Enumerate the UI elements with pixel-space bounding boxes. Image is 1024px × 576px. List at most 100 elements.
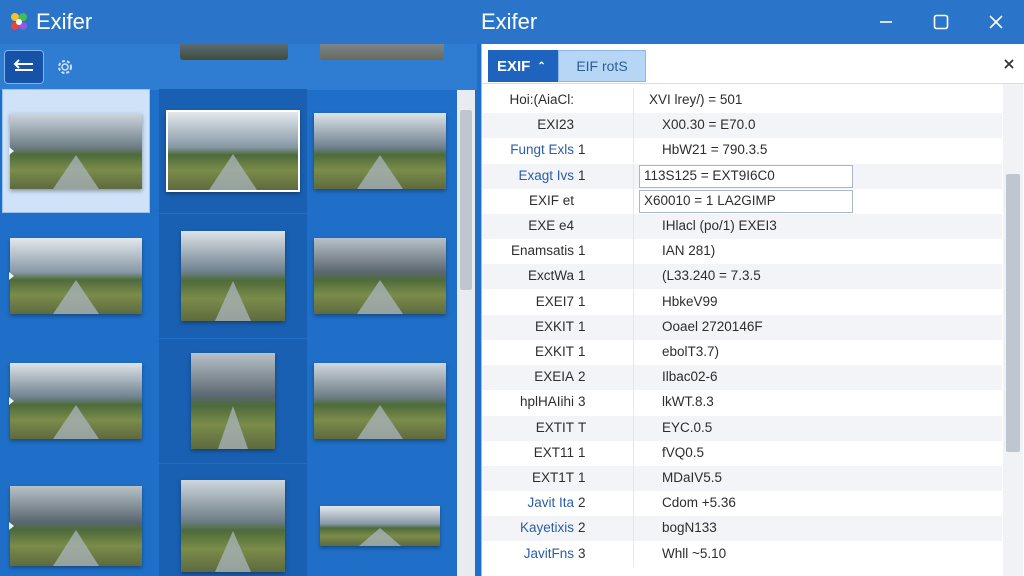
thumbnail-cell[interactable] [306, 339, 454, 463]
expand-arrow-icon[interactable] [9, 397, 14, 405]
app-logo-icon [11, 13, 27, 30]
thumbnail-image[interactable] [314, 363, 446, 439]
tab-exif[interactable]: EXIF ⌃ [488, 50, 558, 82]
thumbnail-image[interactable] [320, 44, 444, 60]
minimize-button[interactable] [866, 8, 906, 36]
exif-value-field[interactable]: X60010 = 1 LA2GIMP [639, 189, 853, 213]
expand-arrow-icon[interactable] [9, 272, 14, 280]
exif-value: IAN 281) [662, 243, 716, 259]
column-divider [633, 138, 634, 164]
close-icon [1004, 59, 1014, 69]
exif-row[interactable]: Kayetixis 2 bogN133 [482, 516, 1002, 542]
settings-button[interactable] [50, 52, 80, 82]
left-toolbar [0, 44, 477, 90]
exif-value: (L33.240 = 7.3.5 [662, 268, 761, 284]
scrollbar-thumb[interactable] [460, 110, 472, 290]
exif-value: Ilbac02-6 [662, 369, 718, 385]
exif-row[interactable]: EXEIA 2 Ilbac02-6 [482, 365, 1002, 391]
exif-key: EXIF et [528, 192, 574, 208]
thumbnail-image[interactable] [191, 353, 275, 449]
exif-row[interactable]: Javit Ita 2 Cdom +5.36 [482, 491, 1002, 517]
exif-value: IHlacl (po/1) EXEI3 [662, 218, 777, 233]
exif-row[interactable]: Enamsatis 1 IAN 281) [482, 239, 1002, 265]
app-title: Exifer [36, 9, 93, 34]
thumbnail-image[interactable] [181, 231, 285, 321]
exif-value: ebolT3.7) [662, 344, 720, 359]
exif-row[interactable]: Hoi:(AiaCl: XVI lrey/) = 501 [482, 88, 1002, 113]
tab-bar: EXIF ⌃ EIF rotS [482, 44, 1024, 84]
thumbnail-cell[interactable] [2, 214, 150, 338]
exif-row[interactable]: EXKIT 1 ebolT3.7) [482, 340, 1002, 365]
exif-row[interactable]: ExctWa 1 (L33.240 = 7.3.5 [482, 264, 1002, 290]
column-divider [633, 415, 634, 441]
exif-row[interactable]: EXI23 X00.30 = E70.0 [482, 113, 1002, 139]
exif-row[interactable]: EXIF et X60010 = 1 LA2GIMP [482, 188, 1002, 214]
exif-row[interactable]: EXT1T 1 MDaIV5.5 [482, 466, 1002, 491]
exif-row[interactable]: JavitFns 3 Whll ~5.10 [482, 541, 1002, 567]
thumbnail-image[interactable] [180, 44, 288, 60]
thumbnail-cell[interactable] [159, 89, 307, 213]
exif-key: EXE e4 [528, 218, 574, 233]
column-divider [633, 466, 634, 491]
maximize-button[interactable] [921, 8, 961, 36]
thumbnail-cell[interactable] [306, 89, 454, 213]
exif-value: bogN133 [662, 520, 717, 536]
exif-count: 2 [578, 495, 586, 511]
road-shape [53, 280, 99, 314]
exif-row[interactable]: hplHAIihi 3 lkWT.8.3 [482, 390, 1002, 416]
thumbnail-image[interactable] [320, 506, 440, 546]
exif-count: T [578, 419, 587, 435]
close-pane-button[interactable] [1001, 56, 1017, 72]
exif-value-field[interactable]: 113S125 = EXT9I6C0 [639, 164, 853, 188]
exif-row[interactable]: EXEI7 1 HbkeV99 [482, 289, 1002, 315]
exif-key: EXT11 [533, 444, 574, 460]
thumbnail-cell[interactable] [306, 464, 454, 576]
column-divider [633, 314, 634, 340]
exif-key: Exagt Ivs [518, 167, 574, 183]
column-divider [633, 390, 634, 416]
thumbnail-cell[interactable] [2, 464, 150, 576]
exif-count: 1 [578, 344, 586, 359]
exif-value: lkWT.8.3 [662, 394, 714, 410]
thumbnail-cell[interactable] [2, 89, 150, 213]
right-scrollbar[interactable] [1003, 84, 1023, 576]
exif-row[interactable]: EXTIT T EYC.0.5 [482, 415, 1002, 441]
thumbnail-cell[interactable] [2, 339, 150, 463]
exif-row[interactable]: EXKIT 1 Ooael 2720146F [482, 314, 1002, 340]
thumbnail-image[interactable] [314, 113, 446, 189]
exif-count: 1 [578, 293, 586, 309]
thumbnail-image[interactable] [314, 238, 446, 314]
thumbnail-cell[interactable] [159, 339, 307, 463]
tab-eif-rots[interactable]: EIF rotS [558, 50, 646, 82]
thumbnail-cell[interactable] [306, 214, 454, 338]
column-divider [633, 440, 634, 466]
chevron-icon: ⌃ [537, 60, 546, 72]
back-button[interactable] [4, 50, 44, 84]
left-scrollbar[interactable] [457, 90, 475, 576]
thumbnail-image[interactable] [181, 480, 285, 572]
close-window-button[interactable] [976, 8, 1016, 36]
thumbnail-cell[interactable] [159, 464, 307, 576]
column-divider [633, 264, 634, 290]
exif-value: XVI lrey/) = 501 [649, 92, 743, 107]
exif-row[interactable]: Fungt Exls 1 HbW21 = 790.3.5 [482, 138, 1002, 164]
road-shape [218, 406, 248, 449]
thumbnail-image[interactable] [166, 110, 300, 192]
thumbnail-image[interactable] [10, 238, 142, 314]
exif-count: 1 [578, 142, 586, 158]
thumbnail-image[interactable] [10, 363, 142, 439]
thumbnail-image[interactable] [10, 113, 142, 189]
exif-value: MDaIV5.5 [662, 470, 723, 485]
exif-key: Kayetixis [519, 520, 574, 536]
exif-row[interactable]: EXT11 1 fVQ0.5 [482, 440, 1002, 466]
scrollbar-thumb[interactable] [1006, 174, 1020, 452]
exif-key: EXT1T [531, 470, 574, 485]
expand-arrow-icon[interactable] [9, 522, 14, 530]
road-shape [357, 405, 403, 439]
column-divider [633, 163, 634, 189]
expand-arrow-icon[interactable] [9, 147, 14, 155]
exif-row[interactable]: EXE e4 IHlacl (po/1) EXEI3 [482, 214, 1002, 239]
thumbnail-image[interactable] [10, 486, 142, 566]
exif-row[interactable]: Exagt Ivs 1 113S125 = EXT9I6C0 [482, 163, 1002, 189]
thumbnail-cell[interactable] [159, 214, 307, 338]
